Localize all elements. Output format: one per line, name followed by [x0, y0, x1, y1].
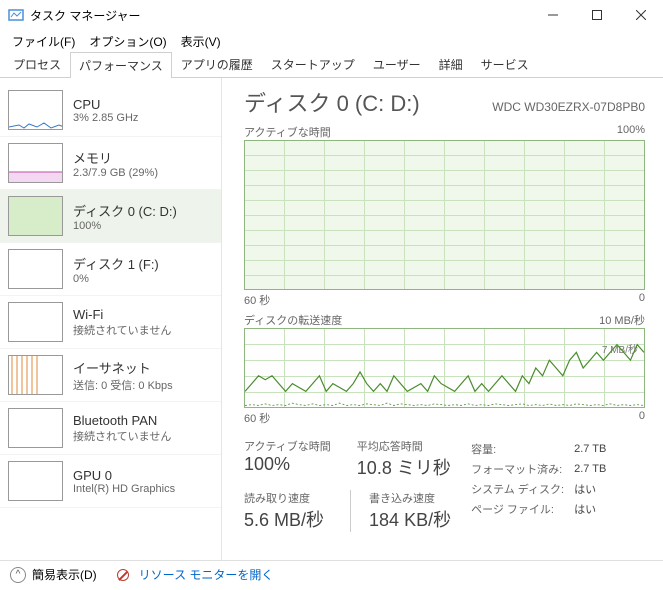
sidebar-item-2[interactable]: ディスク 0 (C: D:)100% — [0, 190, 221, 243]
sidebar-item-7[interactable]: GPU 0Intel(R) HD Graphics — [0, 455, 221, 508]
tab-users[interactable]: ユーザー — [364, 51, 430, 77]
sidebar-sub: 3% 2.85 GHz — [73, 112, 138, 124]
metric-write-label: 書き込み速度 — [369, 490, 451, 506]
sidebar-item-1[interactable]: メモリ2.3/7.9 GB (29%) — [0, 137, 221, 190]
detail-pane: ディスク 0 (C: D:) WDC WD30EZRX-07D8PB0 アクティ… — [222, 78, 663, 560]
sidebar-item-6[interactable]: Bluetooth PAN接続されていません — [0, 402, 221, 455]
sidebar-thumb-4 — [8, 302, 63, 342]
sidebar-thumb-6 — [8, 408, 63, 448]
sidebar-sub: Intel(R) HD Graphics — [73, 483, 175, 495]
sidebar-name: GPU 0 — [73, 468, 175, 483]
chart2-label: ディスクの転送速度 — [244, 312, 342, 328]
tab-apphistory[interactable]: アプリの履歴 — [172, 51, 262, 77]
tab-performance[interactable]: パフォーマンス — [70, 52, 172, 78]
sidebar-item-0[interactable]: CPU3% 2.85 GHz — [0, 84, 221, 137]
sidebar-thumb-7 — [8, 461, 63, 501]
sidebar-thumb-3 — [8, 249, 63, 289]
minimize-button[interactable] — [531, 0, 575, 30]
tabstrip: プロセス パフォーマンス アプリの履歴 スタートアップ ユーザー 詳細 サービス — [0, 52, 663, 78]
chevron-up-icon[interactable]: ^ — [10, 567, 26, 583]
metric-active-label: アクティブな時間 — [244, 438, 331, 454]
chart2-xright: 0 — [639, 410, 645, 426]
sidebar-name: メモリ — [73, 148, 158, 167]
menu-view[interactable]: 表示(V) — [175, 31, 227, 52]
taskmgr-icon — [8, 7, 24, 23]
resource-monitor-link[interactable]: リソース モニターを開く — [139, 566, 274, 583]
chart2-max: 10 MB/秒 — [599, 312, 645, 328]
tab-services[interactable]: サービス — [472, 51, 538, 77]
sidebar-item-5[interactable]: イーサネット送信: 0 受信: 0 Kbps — [0, 349, 221, 402]
menu-options[interactable]: オプション(O) — [83, 31, 172, 52]
sidebar-name: Bluetooth PAN — [73, 413, 171, 428]
sidebar-thumb-5 — [8, 355, 63, 395]
sidebar-sub: 0% — [73, 273, 159, 285]
titlebar: タスク マネージャー — [0, 0, 663, 30]
disk-info-grid: 容量:2.7 TB フォーマット済み:2.7 TB システム ディスク:はい ペ… — [469, 438, 616, 532]
metric-write-value: 184 KB/秒 — [369, 506, 451, 532]
sidebar-name: Wi-Fi — [73, 307, 171, 322]
sidebar-thumb-0 — [8, 90, 63, 130]
transfer-speed-chart: 7 MB/秒 — [244, 328, 645, 408]
sidebar-sub: 接続されていません — [73, 428, 171, 444]
menubar: ファイル(F) オプション(O) 表示(V) — [0, 30, 663, 52]
sidebar-name: ディスク 1 (F:) — [73, 254, 159, 273]
tab-processes[interactable]: プロセス — [4, 51, 70, 77]
sidebar-sub: 接続されていません — [73, 322, 171, 338]
maximize-button[interactable] — [575, 0, 619, 30]
simple-view-button[interactable]: 簡易表示(D) — [32, 566, 97, 583]
chart1-xright: 0 — [639, 292, 645, 308]
sidebar-thumb-2 — [8, 196, 63, 236]
sidebar-item-3[interactable]: ディスク 1 (F:)0% — [0, 243, 221, 296]
prohibit-icon — [117, 569, 129, 581]
close-button[interactable] — [619, 0, 663, 30]
metric-read-label: 読み取り速度 — [244, 490, 324, 506]
menu-file[interactable]: ファイル(F) — [6, 31, 81, 52]
active-time-chart — [244, 140, 645, 290]
sidebar-name: CPU — [73, 97, 138, 112]
detail-model: WDC WD30EZRX-07D8PB0 — [492, 100, 645, 114]
detail-title: ディスク 0 (C: D:) — [244, 86, 420, 118]
chart1-max: 100% — [617, 124, 645, 140]
metric-resp-value: 10.8 ミリ秒 — [357, 454, 451, 480]
tab-startup[interactable]: スタートアップ — [262, 51, 364, 77]
window-title: タスク マネージャー — [30, 7, 141, 24]
sidebar-name: ディスク 0 (C: D:) — [73, 201, 177, 220]
bottombar: ^ 簡易表示(D) リソース モニターを開く — [0, 560, 663, 588]
sidebar-name: イーサネット — [73, 358, 173, 377]
sidebar-sub: 送信: 0 受信: 0 Kbps — [73, 377, 173, 393]
metric-resp-label: 平均応答時間 — [357, 438, 451, 454]
tab-details[interactable]: 詳細 — [430, 51, 472, 77]
metric-active-value: 100% — [244, 454, 331, 475]
sidebar-sub: 2.3/7.9 GB (29%) — [73, 167, 158, 179]
chart1-label: アクティブな時間 — [244, 124, 331, 140]
sidebar-item-4[interactable]: Wi-Fi接続されていません — [0, 296, 221, 349]
chart2-xleft: 60 秒 — [244, 410, 270, 426]
sidebar[interactable]: CPU3% 2.85 GHzメモリ2.3/7.9 GB (29%)ディスク 0 … — [0, 78, 222, 560]
sidebar-thumb-1 — [8, 143, 63, 183]
chart1-xleft: 60 秒 — [244, 292, 270, 308]
metric-read-value: 5.6 MB/秒 — [244, 506, 324, 532]
sidebar-sub: 100% — [73, 220, 177, 232]
